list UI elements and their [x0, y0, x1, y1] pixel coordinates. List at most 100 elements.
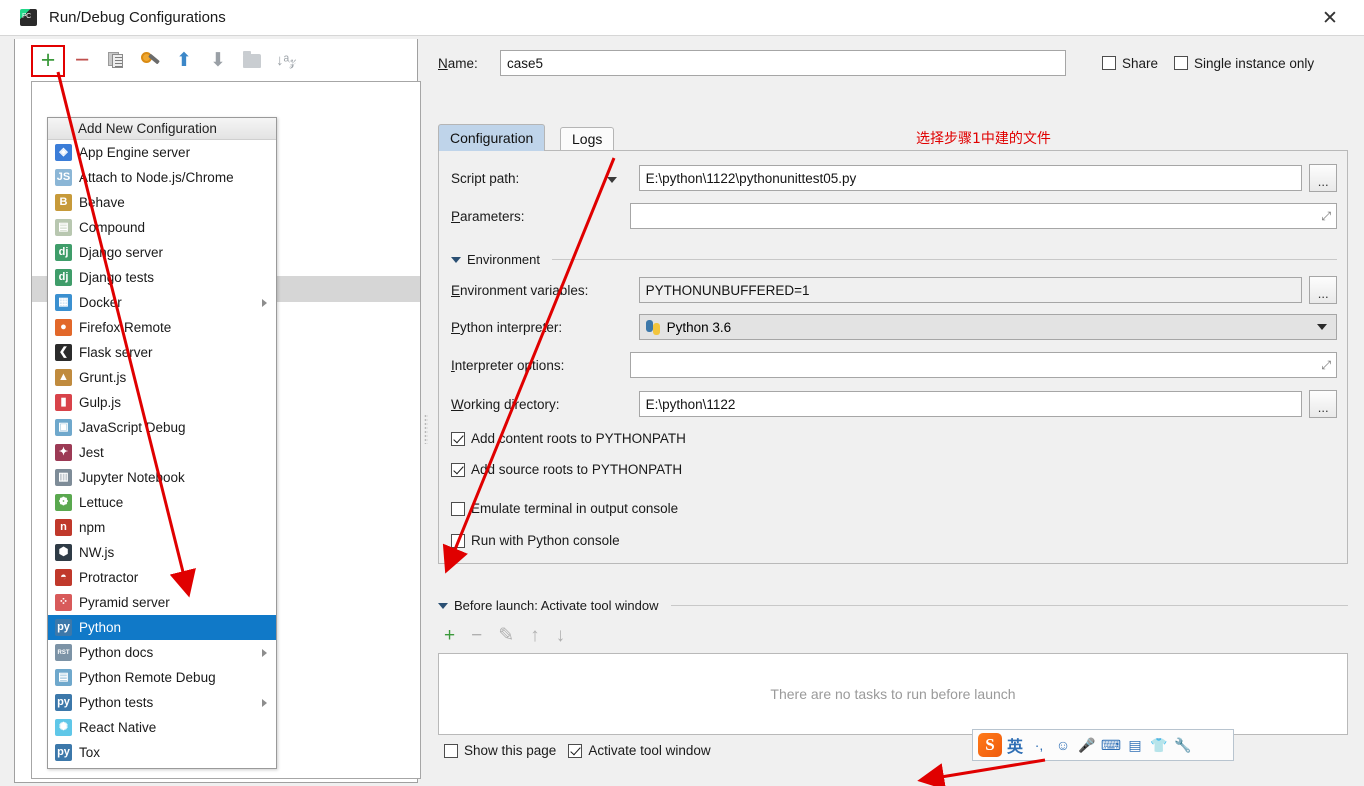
move-task-down-button[interactable]: ↓ — [556, 626, 566, 645]
add-button-highlight — [31, 44, 65, 77]
move-down-button[interactable]: ⬇ — [201, 46, 235, 76]
skin-icon[interactable]: 👕 — [1148, 734, 1170, 756]
add-source-roots-checkbox[interactable] — [451, 462, 465, 477]
menu-item-behave[interactable]: B Behave — [48, 190, 276, 215]
protractor-icon: ◓ — [55, 569, 72, 586]
menu-item-docker[interactable]: ▦ Docker — [48, 290, 276, 315]
show-this-page-checkbox[interactable] — [444, 743, 458, 758]
working-directory-label: Working directory: — [451, 396, 560, 412]
sort-az-icon: ↓ᵃ𝓏 — [275, 52, 297, 69]
close-icon[interactable]: ✕ — [1310, 5, 1350, 31]
menu-item-protractor[interactable]: ◓ Protractor — [48, 565, 276, 590]
move-up-button[interactable]: ⬆ — [167, 46, 201, 76]
settings-wrench-icon[interactable]: 🔧 — [1172, 734, 1194, 756]
add-new-configuration-menu[interactable]: Add New Configuration ◈ App Engine server… — [47, 117, 277, 769]
working-directory-browse-button[interactable]: ... — [1309, 390, 1337, 418]
compound-icon: ▤ — [55, 219, 72, 236]
sort-configurations-button[interactable]: ↓ᵃ𝓏 — [269, 46, 303, 76]
menu-item-jest[interactable]: ✦ Jest — [48, 440, 276, 465]
show-this-page-checkbox-row[interactable]: Show this page — [444, 743, 556, 758]
expand-editor-icon[interactable]: ⤢ — [1321, 210, 1331, 222]
single-instance-checkbox-row[interactable]: Single instance only — [1174, 56, 1314, 71]
menu-item-python[interactable]: py Python — [48, 615, 276, 640]
emoji-icon[interactable]: ☺ — [1052, 734, 1074, 756]
environment-variables-input[interactable] — [638, 277, 1303, 303]
add-source-roots-checkbox-row[interactable]: Add source roots to PYTHONPATH — [451, 462, 682, 477]
menu-item-flask-server[interactable]: ❮ Flask server — [48, 340, 276, 365]
copy-configuration-button[interactable] — [99, 46, 133, 76]
environment-section-header[interactable]: Environment — [451, 252, 1337, 267]
add-content-roots-checkbox-row[interactable]: Add content roots to PYTHONPATH — [451, 431, 686, 446]
menu-item-python-tests[interactable]: py Python tests — [48, 690, 276, 715]
menu-item-label: Python tests — [79, 695, 154, 710]
window-body: + − ⬆ ⬇ ↓ᵃ𝓏 Add New Configuration ◈ App … — [0, 35, 1364, 786]
menu-item-npm[interactable]: n npm — [48, 515, 276, 540]
lettuce-icon: ❁ — [55, 494, 72, 511]
menu-item-grunt-js[interactable]: ▲ Grunt.js — [48, 365, 276, 390]
menu-item-label: Flask server — [79, 345, 153, 360]
panel-splitter[interactable] — [420, 39, 432, 783]
punctuation-icon[interactable]: ·, — [1028, 734, 1050, 756]
add-task-button[interactable]: + — [444, 626, 455, 645]
add-content-roots-checkbox[interactable] — [451, 431, 465, 446]
menu-item-python-remote-debug[interactable]: ▤ Python Remote Debug — [48, 665, 276, 690]
parameters-input[interactable] — [630, 203, 1337, 229]
menu-item-tox[interactable]: py Tox — [48, 740, 276, 765]
menu-item-django-tests[interactable]: dj Django tests — [48, 265, 276, 290]
edit-templates-button[interactable] — [133, 46, 167, 76]
python-icon: py — [55, 619, 72, 636]
before-launch-section-header[interactable]: Before launch: Activate tool window — [438, 598, 1348, 613]
menu-item-react-native[interactable]: ✺ React Native — [48, 715, 276, 740]
docker-icon: ▦ — [55, 294, 72, 311]
configurations-toolbar: + − ⬆ ⬇ ↓ᵃ𝓏 — [31, 42, 421, 79]
expand-editor-icon[interactable]: ⤢ — [1321, 359, 1331, 371]
soft-keyboard-icon[interactable]: ⌨ — [1100, 734, 1122, 756]
emulate-terminal-checkbox[interactable] — [451, 501, 465, 516]
run-with-python-console-checkbox[interactable] — [451, 533, 465, 548]
name-input[interactable] — [500, 50, 1066, 76]
menu-item-app-engine-server[interactable]: ◈ App Engine server — [48, 140, 276, 165]
name-row: Name: Share Single instance only — [438, 48, 1348, 78]
menu-item-jupyter-notebook[interactable]: ▥ Jupyter Notebook — [48, 465, 276, 490]
tab-logs[interactable]: Logs — [560, 127, 615, 151]
add-configuration-button[interactable]: + — [31, 44, 65, 77]
voice-input-icon[interactable]: 🎤 — [1076, 734, 1098, 756]
sogou-logo-icon[interactable]: S — [978, 733, 1002, 757]
activate-tool-window-checkbox-row[interactable]: Activate tool window — [568, 743, 711, 758]
single-instance-checkbox[interactable] — [1174, 56, 1189, 70]
menu-item-django-server[interactable]: dj Django server — [48, 240, 276, 265]
remove-task-button[interactable]: − — [471, 626, 482, 645]
menu-item-pyramid-server[interactable]: ⁘ Pyramid server — [48, 590, 276, 615]
script-path-input[interactable] — [638, 165, 1303, 191]
tab-configuration[interactable]: Configuration — [438, 124, 546, 151]
remove-configuration-button[interactable]: − — [65, 46, 99, 76]
environment-variables-browse-button[interactable]: ... — [1309, 276, 1337, 304]
menu-item-attach-to-node-js-chrome[interactable]: JS Attach to Node.js/Chrome — [48, 165, 276, 190]
menu-item-javascript-debug[interactable]: ▣ JavaScript Debug — [48, 415, 276, 440]
menu-item-nw-js[interactable]: ⬢ NW.js — [48, 540, 276, 565]
activate-tool-window-checkbox[interactable] — [568, 743, 583, 758]
share-checkbox[interactable] — [1102, 56, 1116, 70]
edit-task-button[interactable]: ✎ — [498, 626, 514, 645]
interpreter-options-input[interactable] — [630, 352, 1337, 378]
working-directory-input[interactable] — [638, 391, 1303, 417]
input-mode-label[interactable]: 英 — [1007, 733, 1023, 757]
menu-item-label: Compound — [79, 220, 146, 235]
menu-item-compound[interactable]: ▤ Compound — [48, 215, 276, 240]
toolbox-icon[interactable]: ▤ — [1124, 734, 1146, 756]
menu-item-python-docs[interactable]: RST Python docs — [48, 640, 276, 665]
python-interpreter-select[interactable]: Python 3.6 — [638, 314, 1337, 340]
sogou-ime-toolbar[interactable]: S 英 ·, ☺ 🎤 ⌨ ▤ 👕 🔧 — [972, 729, 1234, 761]
menu-item-label: Protractor — [79, 570, 139, 585]
before-launch-task-list[interactable]: There are no tasks to run before launch — [438, 653, 1348, 735]
move-into-folder-button[interactable] — [235, 46, 269, 76]
menu-item-firefox-remote[interactable]: ● Firefox Remote — [48, 315, 276, 340]
script-path-browse-button[interactable]: ... — [1309, 164, 1337, 192]
menu-item-gulp-js[interactable]: ▮ Gulp.js — [48, 390, 276, 415]
move-task-up-button[interactable]: ↑ — [530, 626, 540, 645]
menu-item-lettuce[interactable]: ❁ Lettuce — [48, 490, 276, 515]
emulate-terminal-checkbox-row[interactable]: Emulate terminal in output console — [451, 501, 678, 516]
script-path-mode-dropdown[interactable] — [606, 171, 617, 186]
share-checkbox-row[interactable]: Share — [1102, 56, 1158, 71]
run-with-python-console-checkbox-row[interactable]: Run with Python console — [451, 533, 620, 548]
